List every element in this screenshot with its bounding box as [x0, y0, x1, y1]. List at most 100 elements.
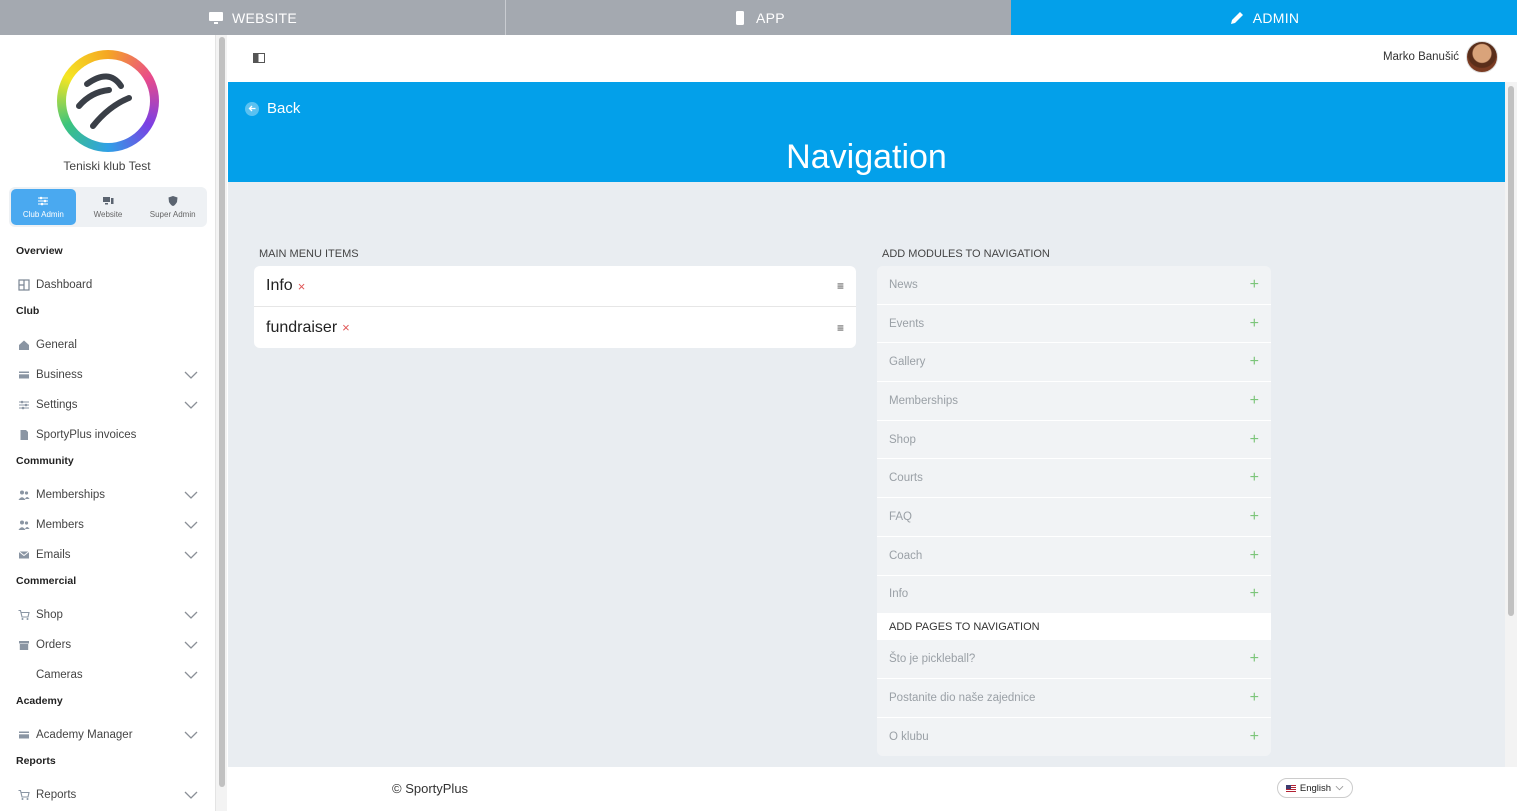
card-icon	[18, 369, 30, 381]
back-label: Back	[267, 100, 301, 117]
sidebar-item-label: Emails	[36, 549, 71, 561]
sidebar-item-label: Orders	[36, 639, 72, 651]
sidebar-item-memberships[interactable]: Memberships	[0, 480, 214, 510]
remove-icon[interactable]: ×	[298, 279, 306, 294]
sidebar-item-shop[interactable]: Shop	[0, 600, 214, 630]
module-item-shop[interactable]: Shop +	[877, 420, 1271, 460]
tab-website[interactable]: WEBSITE	[0, 0, 506, 35]
sidebar-item-business[interactable]: Business	[0, 360, 214, 390]
chevron-down-icon	[184, 731, 198, 739]
user-name[interactable]: Marko Banušić	[1383, 51, 1459, 63]
drag-handle-icon[interactable]: ≡	[837, 279, 844, 293]
module-item-events[interactable]: Events +	[877, 304, 1271, 344]
page-item[interactable]: Postanite dio naše zajednice +	[877, 678, 1271, 718]
sidebar-item-academy-manager[interactable]: Academy Manager	[0, 720, 214, 750]
shield-icon	[168, 196, 178, 206]
plus-icon[interactable]: +	[1250, 469, 1259, 487]
module-item-coach[interactable]: Coach +	[877, 536, 1271, 576]
module-label: News	[889, 278, 918, 291]
sidebar-item-cameras[interactable]: Cameras	[0, 660, 214, 690]
mode-club-admin[interactable]: Club Admin	[11, 189, 76, 225]
module-item-memberships[interactable]: Memberships +	[877, 382, 1271, 421]
monitor-icon	[208, 11, 223, 24]
sidebar-item-label: Cameras	[36, 669, 83, 681]
chevron-down-icon	[1335, 785, 1344, 791]
plus-icon[interactable]: +	[1250, 728, 1259, 746]
menu-item-label: Info	[266, 277, 293, 294]
pages-title: ADD PAGES TO NAVIGATION	[877, 614, 1271, 641]
dashboard-icon	[18, 279, 30, 291]
plus-icon[interactable]: +	[1250, 650, 1259, 668]
plus-icon[interactable]: +	[1250, 508, 1259, 526]
page-label: Što je pickleball?	[889, 653, 976, 666]
sidebar-item-label: General	[36, 339, 77, 351]
section-academy: Academy	[16, 695, 63, 707]
module-label: Courts	[889, 472, 923, 485]
chevron-down-icon	[184, 401, 198, 409]
footer: © SportyPlus English	[228, 767, 1517, 811]
module-label: Info	[889, 588, 909, 601]
mode-super-admin[interactable]: Super Admin	[140, 189, 205, 225]
sidebar-item-general[interactable]: General	[0, 330, 214, 360]
section-community: Community	[16, 455, 74, 467]
plus-icon[interactable]: +	[1250, 353, 1259, 371]
sidebar-item-emails[interactable]: Emails	[0, 540, 214, 570]
module-item-info[interactable]: Info +	[877, 575, 1271, 615]
sidebar-item-label: Shop	[36, 609, 63, 621]
card-icon	[18, 729, 30, 741]
list-item[interactable]: fundraiser × ≡	[254, 307, 856, 348]
module-label: Shop	[889, 433, 916, 446]
plus-icon[interactable]: +	[1250, 431, 1259, 449]
sidebar-item-label: SportyPlus invoices	[36, 429, 137, 441]
main-scrollbar[interactable]	[1505, 82, 1517, 767]
plus-icon[interactable]: +	[1250, 547, 1259, 565]
page-item[interactable]: Što je pickleball? +	[877, 640, 1271, 679]
pencil-icon	[1230, 11, 1243, 24]
module-item-faq[interactable]: FAQ +	[877, 498, 1271, 537]
module-item-news[interactable]: News +	[877, 266, 1271, 305]
module-item-courts[interactable]: Courts +	[877, 459, 1271, 499]
tab-app[interactable]: APP	[506, 0, 1011, 35]
users-icon	[18, 519, 30, 531]
chevron-down-icon	[184, 791, 198, 799]
box-icon	[18, 639, 30, 651]
sidebar-toggle-icon[interactable]	[253, 52, 265, 64]
sidebar-item-members[interactable]: Members	[0, 510, 214, 540]
sidebar-item-invoices[interactable]: SportyPlus invoices	[0, 420, 214, 450]
mode-website[interactable]: Website	[76, 189, 141, 225]
sidebar-item-orders[interactable]: Orders	[0, 630, 214, 660]
club-name: Teniski klub Test	[63, 159, 151, 173]
drag-handle-icon[interactable]: ≡	[837, 321, 844, 335]
page-item[interactable]: O klubu +	[877, 717, 1271, 757]
cart-icon	[18, 789, 30, 801]
section-club: Club	[16, 305, 40, 317]
avatar[interactable]	[1466, 41, 1498, 73]
page-title: Navigation	[786, 138, 947, 176]
chevron-down-icon	[184, 521, 198, 529]
plus-icon[interactable]: +	[1250, 315, 1259, 333]
tab-admin[interactable]: ADMIN	[1011, 0, 1517, 35]
header: Marko Banušić	[228, 35, 1517, 82]
plus-icon[interactable]: +	[1250, 276, 1259, 294]
sidebar-item-reports[interactable]: Reports	[0, 780, 214, 810]
arrow-left-icon	[245, 101, 259, 116]
language-select[interactable]: English	[1277, 778, 1353, 798]
sliders-icon	[38, 196, 49, 206]
back-button[interactable]: Back	[245, 100, 300, 117]
sidebar-item-label: Dashboard	[36, 279, 93, 291]
module-label: Events	[889, 317, 925, 330]
remove-icon[interactable]: ×	[342, 320, 350, 335]
mode-website-label: Website	[93, 210, 123, 219]
sidebar-item-settings[interactable]: Settings	[0, 390, 214, 420]
module-item-gallery[interactable]: Gallery +	[877, 343, 1271, 383]
plus-icon[interactable]: +	[1250, 585, 1259, 603]
us-flag-icon	[1286, 784, 1296, 792]
cart-icon	[18, 609, 30, 621]
page-banner: Back Navigation	[228, 82, 1505, 182]
list-item[interactable]: Info × ≡	[254, 266, 856, 307]
plus-icon[interactable]: +	[1250, 689, 1259, 707]
sidebar-scrollbar[interactable]	[215, 35, 227, 811]
sidebar-item-dashboard[interactable]: Dashboard	[0, 270, 214, 300]
plus-icon[interactable]: +	[1250, 392, 1259, 410]
sidebar-item-label: Memberships	[36, 489, 106, 501]
